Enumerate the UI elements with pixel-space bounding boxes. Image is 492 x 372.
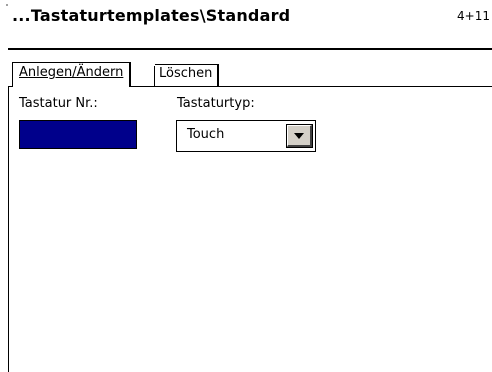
keyboard-type-value: Touch — [187, 127, 225, 142]
keyboard-number-field[interactable] — [19, 120, 137, 149]
keyboard-number-label: Tastatur Nr.: — [19, 96, 98, 111]
page-title: ...Tastaturtemplates\Standard — [12, 6, 291, 25]
tab-anlegen-aendern[interactable]: Anlegen/Ändern — [12, 62, 132, 87]
keyboard-type-label: Tastaturtyp: — [177, 96, 255, 111]
title-divider — [8, 48, 492, 50]
title-bar: ...Tastaturtemplates\Standard 4+11 — [0, 0, 492, 50]
tab-loeschen[interactable]: Löschen — [155, 64, 220, 86]
chevron-down-icon — [294, 133, 304, 139]
screen: ...Tastaturtemplates\Standard 4+11 Anleg… — [0, 0, 492, 372]
keyboard-type-select[interactable]: Touch — [176, 120, 316, 152]
page-indicator: 4+11 — [457, 9, 490, 23]
dropdown-button[interactable] — [286, 124, 313, 148]
